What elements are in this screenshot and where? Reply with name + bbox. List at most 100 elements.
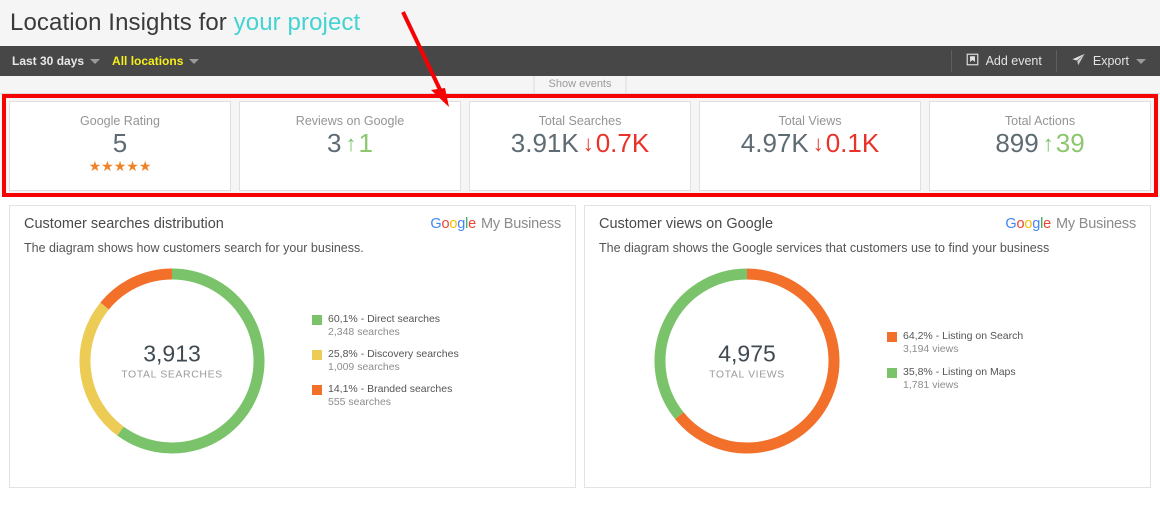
legend-text: 35,8% - Listing on Maps 1,781 views bbox=[903, 366, 1016, 392]
kpi-delta: 0.1K bbox=[825, 128, 880, 158]
legend-text: 14,1% - Branded searches 555 searches bbox=[328, 383, 452, 409]
kpi-card: Reviews on Google 3 ↑ 1 bbox=[239, 101, 461, 191]
kpi-value: 4.97K bbox=[740, 128, 809, 158]
locations-selector[interactable]: All locations bbox=[108, 46, 211, 76]
add-event-button[interactable]: Add event bbox=[952, 46, 1056, 76]
export-button[interactable]: Export bbox=[1057, 46, 1160, 76]
donut-total-caption: TOTAL VIEWS bbox=[709, 368, 785, 381]
chevron-down-icon bbox=[90, 58, 101, 64]
chart-body: 4,975 TOTAL VIEWS 64,2% - Listing on Sea… bbox=[599, 261, 1136, 461]
kpi-label: Total Actions bbox=[1004, 114, 1076, 128]
charts-row: Customer searches distribution Google My … bbox=[0, 197, 1160, 488]
kpi-value-row: 4.97K ↓ 0.1K bbox=[740, 128, 880, 158]
donut-center-text: 4,975 TOTAL VIEWS bbox=[647, 340, 847, 381]
kpi-region: Google Rating 5 ★★★★★ Reviews on Google 3 ↑ 1 T… bbox=[0, 94, 1160, 197]
date-range-label: Last 30 days bbox=[12, 54, 85, 68]
rating-stars: ★★★★★ bbox=[88, 158, 152, 175]
kpi-card: Total Searches 3.91K ↓ 0.7K bbox=[469, 101, 691, 191]
legend-item: 14,1% - Branded searches 555 searches bbox=[312, 383, 459, 409]
kpi-value-row: 3 ↑ 1 bbox=[327, 128, 373, 158]
legend-value: 555 searches bbox=[328, 396, 392, 409]
legend-value: 3,194 views bbox=[903, 343, 959, 356]
toolbar: Last 30 days All locations Add event Exp… bbox=[0, 46, 1160, 76]
views-legend: 64,2% - Listing on Search 3,194 views 35,8… bbox=[887, 330, 1023, 392]
arrow-down-icon: ↓ bbox=[582, 130, 594, 156]
page-title-prefix: Location Insights for bbox=[10, 9, 234, 36]
kpi-value: 3.91K bbox=[510, 128, 579, 158]
locations-label: All locations bbox=[112, 54, 184, 68]
searches-distribution-panel: Customer searches distribution Google My … bbox=[9, 205, 576, 488]
toolbar-right-group: Add event Export bbox=[950, 46, 1160, 76]
arrow-down-icon: ↓ bbox=[812, 130, 824, 156]
chevron-down-icon bbox=[189, 58, 200, 64]
legend-label: 35,8% - Listing on Maps bbox=[903, 365, 1016, 378]
kpi-row: Google Rating 5 ★★★★★ Reviews on Google 3 ↑ 1 T… bbox=[0, 101, 1160, 191]
kpi-delta: 39 bbox=[1055, 128, 1085, 158]
kpi-value-row: 3.91K ↓ 0.7K bbox=[510, 128, 650, 158]
legend-value: 1,009 searches bbox=[328, 361, 400, 373]
arrow-up-icon: ↑ bbox=[345, 130, 357, 156]
legend-label: 60,1% - Direct searches bbox=[328, 312, 441, 325]
legend-value: 1,781 views bbox=[903, 378, 959, 391]
show-events-tab[interactable]: Show events bbox=[533, 76, 627, 93]
date-range-selector[interactable]: Last 30 days bbox=[0, 46, 108, 76]
legend-text: 25,8% - Discovery searches 1,009 searches bbox=[328, 348, 459, 374]
kpi-label: Total Views bbox=[778, 114, 842, 128]
legend-item: 25,8% - Discovery searches 1,009 searches bbox=[312, 348, 459, 374]
legend-text: 60,1% - Direct searches 2,348 searches bbox=[328, 313, 440, 339]
panel-subtitle: The diagram shows how customers search f… bbox=[24, 241, 364, 255]
donut-total-caption: TOTAL SEARCHES bbox=[121, 368, 223, 381]
kpi-label: Total Searches bbox=[538, 114, 622, 128]
google-my-business-label: My Business bbox=[481, 216, 561, 232]
panel-header: Customer views on Google Google My Busine… bbox=[599, 216, 1136, 232]
kpi-label: Reviews on Google bbox=[295, 114, 405, 128]
kpi-card: Total Views 4.97K ↓ 0.1K bbox=[699, 101, 921, 191]
add-event-label: Add event bbox=[985, 54, 1042, 68]
google-my-business-label: My Business bbox=[1056, 216, 1136, 232]
views-donut-chart: 4,975 TOTAL VIEWS bbox=[647, 261, 847, 461]
kpi-value: 5 bbox=[112, 128, 128, 158]
kpi-value-row: 899 ↑ 39 bbox=[995, 128, 1085, 158]
chevron-down-icon bbox=[1136, 58, 1146, 64]
events-strip: Show events bbox=[0, 76, 1160, 94]
kpi-delta: 1 bbox=[358, 128, 373, 158]
searches-donut-chart: 3,913 TOTAL SEARCHES bbox=[72, 261, 272, 461]
page-title-project: your project bbox=[233, 9, 361, 36]
kpi-card: Google Rating 5 ★★★★★ bbox=[9, 101, 231, 191]
legend-swatch bbox=[312, 314, 322, 325]
legend-swatch bbox=[312, 385, 322, 396]
legend-item: 60,1% - Direct searches 2,348 searches bbox=[312, 313, 459, 339]
legend-value: 2,348 searches bbox=[328, 325, 400, 338]
legend-label: 64,2% - Listing on Search bbox=[903, 330, 1024, 343]
panel-title: Customer views on Google bbox=[599, 216, 774, 232]
panel-subtitle: The diagram shows the Google services th… bbox=[599, 241, 1050, 255]
donut-center-text: 3,913 TOTAL SEARCHES bbox=[72, 340, 272, 381]
searches-legend: 60,1% - Direct searches 2,348 searches 25,… bbox=[312, 313, 459, 410]
arrow-up-icon: ↑ bbox=[1042, 130, 1054, 156]
page-title: Location Insights for your project bbox=[10, 9, 360, 37]
legend-item: 64,2% - Listing on Search 3,194 views bbox=[887, 330, 1023, 356]
kpi-value: 3 bbox=[327, 128, 342, 158]
donut-total-value: 3,913 bbox=[143, 340, 201, 367]
google-my-business-logo: Google My Business bbox=[1005, 216, 1136, 232]
paper-plane-icon bbox=[1071, 53, 1086, 70]
donut-total-value: 4,975 bbox=[718, 340, 776, 367]
legend-label: 14,1% - Branded searches bbox=[328, 383, 453, 396]
bookmark-icon bbox=[966, 53, 979, 69]
legend-label: 25,8% - Discovery searches bbox=[328, 347, 459, 360]
legend-item: 35,8% - Listing on Maps 1,781 views bbox=[887, 366, 1023, 392]
panel-header: Customer searches distribution Google My … bbox=[24, 216, 561, 232]
toolbar-left-group: Last 30 days All locations bbox=[0, 46, 951, 76]
chart-body: 3,913 TOTAL SEARCHES 60,1% - Direct sear… bbox=[24, 261, 561, 461]
panel-title: Customer searches distribution bbox=[24, 216, 224, 232]
legend-swatch bbox=[312, 349, 322, 360]
legend-text: 64,2% - Listing on Search 3,194 views bbox=[903, 330, 1023, 356]
kpi-value: 899 bbox=[995, 128, 1039, 158]
legend-swatch bbox=[887, 332, 897, 343]
export-label: Export bbox=[1092, 54, 1129, 68]
kpi-value-row: 5 bbox=[112, 128, 128, 158]
page-header: Location Insights for your project bbox=[0, 0, 1160, 46]
kpi-delta: 0.7K bbox=[595, 128, 650, 158]
views-on-google-panel: Customer views on Google Google My Busine… bbox=[584, 205, 1151, 488]
donut-slice bbox=[100, 268, 173, 310]
